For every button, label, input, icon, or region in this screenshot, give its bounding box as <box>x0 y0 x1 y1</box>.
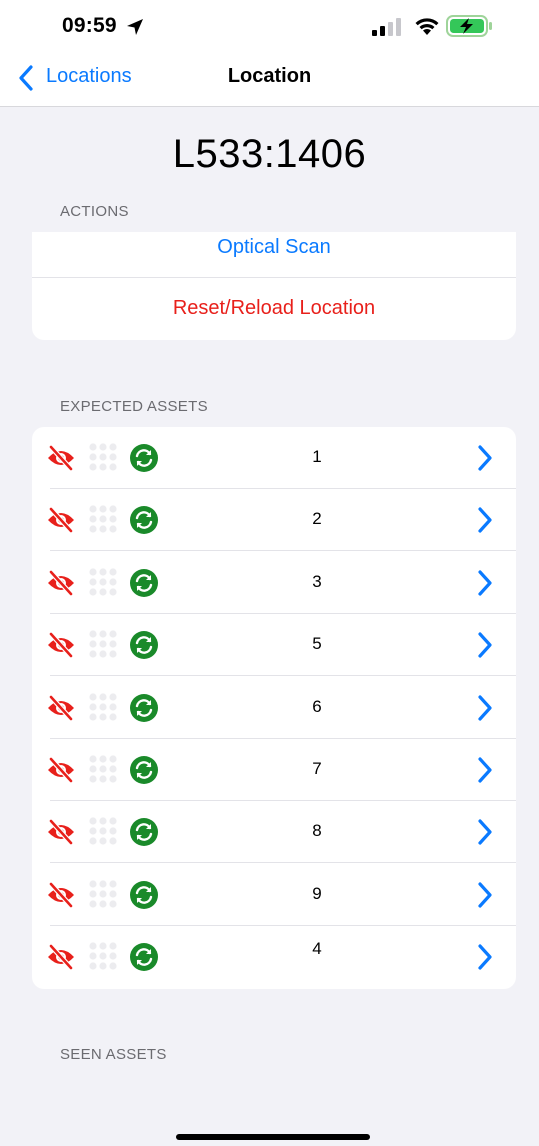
home-indicator <box>176 1134 370 1140</box>
asset-row[interactable]: 3 <box>32 552 516 614</box>
eye-slash-icon <box>48 631 74 659</box>
asset-row[interactable]: 1 <box>32 427 516 489</box>
chevron-right-icon[interactable] <box>477 757 493 783</box>
asset-number: 6 <box>312 696 322 716</box>
page-title: Location <box>227 65 312 87</box>
expected-assets-list: 1 2 3 5 6 7 8 9 4 <box>32 427 516 989</box>
sync-icon <box>130 506 158 535</box>
asset-number: 8 <box>312 821 322 841</box>
sync-icon <box>130 880 158 909</box>
dots-grid-icon <box>89 755 117 783</box>
sync-icon <box>130 444 158 472</box>
optical-scan-button[interactable]: Optical Scan <box>32 236 516 259</box>
location-id-heading: L533:1406 <box>172 132 367 176</box>
asset-row[interactable]: 6 <box>32 677 516 739</box>
asset-number: 9 <box>312 883 322 903</box>
chevron-right-icon[interactable] <box>477 944 493 970</box>
chevron-right-icon[interactable] <box>477 570 493 596</box>
status-bar: 09:59 <box>0 0 539 50</box>
wifi-icon <box>415 18 439 35</box>
asset-number: 1 <box>312 447 322 466</box>
asset-row[interactable]: 9 <box>32 864 516 926</box>
eye-slash-icon <box>48 444 74 472</box>
chevron-right-icon[interactable] <box>477 819 493 845</box>
asset-number: 4 <box>312 939 322 959</box>
asset-number: 5 <box>312 634 322 654</box>
sync-icon <box>130 818 158 847</box>
sync-icon <box>130 631 158 660</box>
dots-grid-icon <box>89 942 117 970</box>
chevron-right-icon[interactable] <box>477 694 493 721</box>
eye-slash-icon <box>48 756 74 784</box>
eye-slash-icon <box>48 694 74 722</box>
cellular-signal-icon <box>372 18 401 36</box>
battery-charging-icon <box>446 15 492 37</box>
divider <box>32 277 516 278</box>
expected-assets-section-header: EXPECTED ASSETS <box>60 398 208 415</box>
asset-row[interactable]: 4 <box>32 926 516 988</box>
sync-icon <box>130 568 158 597</box>
location-arrow-icon <box>127 19 143 35</box>
actions-section-header: ACTIONS <box>60 203 129 220</box>
dots-grid-icon <box>89 443 117 471</box>
chevron-right-icon[interactable] <box>477 445 493 471</box>
actions-card: Optical Scan Reset/Reload Location <box>32 232 516 340</box>
eye-slash-icon <box>48 569 74 597</box>
eye-slash-icon <box>48 818 74 846</box>
dots-grid-icon <box>89 568 117 596</box>
chevron-right-icon[interactable] <box>477 507 493 533</box>
dots-grid-icon <box>89 630 117 658</box>
dots-grid-icon <box>89 817 117 845</box>
asset-row[interactable]: 8 <box>32 801 516 864</box>
eye-slash-icon <box>48 506 74 534</box>
dots-grid-icon <box>89 692 117 721</box>
status-time: 09:59 <box>62 14 117 37</box>
eye-slash-icon <box>48 881 74 909</box>
asset-row[interactable]: 2 <box>32 489 516 552</box>
chevron-right-icon[interactable] <box>477 882 493 908</box>
sync-icon <box>130 693 158 722</box>
dots-grid-icon <box>89 505 117 533</box>
reset-reload-location-button[interactable]: Reset/Reload Location <box>32 297 516 320</box>
eye-slash-icon <box>48 943 74 971</box>
asset-number: 7 <box>312 759 322 778</box>
navigation-bar: Locations Location <box>0 50 539 107</box>
sync-icon <box>130 756 158 784</box>
sync-icon <box>130 943 158 972</box>
seen-assets-section-header: SEEN ASSETS <box>60 1046 167 1063</box>
asset-number: 2 <box>312 509 322 529</box>
chevron-right-icon[interactable] <box>477 632 493 658</box>
asset-row[interactable]: 5 <box>32 614 516 677</box>
asset-row[interactable]: 7 <box>32 739 516 801</box>
dots-grid-icon <box>89 880 117 908</box>
asset-number: 3 <box>312 571 322 591</box>
